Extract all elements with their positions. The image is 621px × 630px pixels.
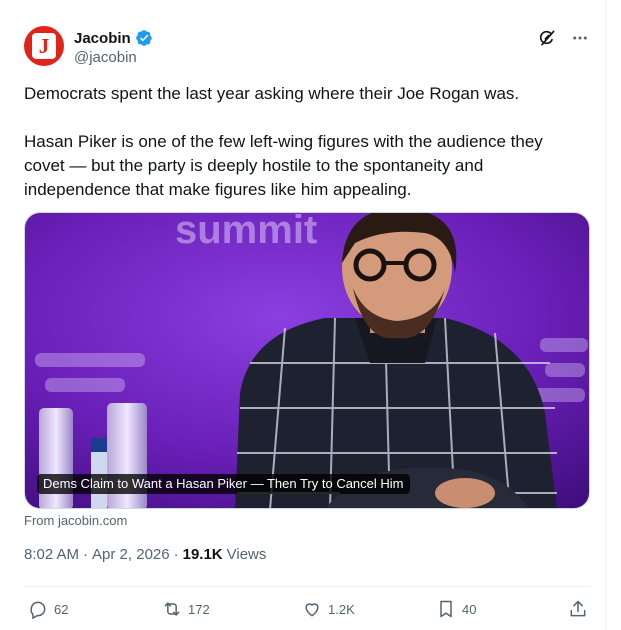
bookmark-icon xyxy=(440,600,452,618)
like-button[interactable]: 1.2K xyxy=(302,596,355,622)
bookmark-count: 40 xyxy=(462,601,477,617)
reply-count: 62 xyxy=(54,601,69,617)
tweet-date[interactable]: Apr 2, 2026 xyxy=(92,546,170,563)
verified-badge-icon xyxy=(135,30,152,46)
link-card-source[interactable]: From jacobin.com xyxy=(24,513,127,528)
more-options-icon[interactable] xyxy=(571,29,589,47)
share-button[interactable] xyxy=(568,596,588,622)
author-row: Jacobin xyxy=(74,28,153,48)
tweet-paragraph: Hasan Piker is one of the few left-wing … xyxy=(24,132,543,199)
tweet-text: Democrats spent the last year asking whe… xyxy=(24,82,584,202)
bookmark-button[interactable]: 40 xyxy=(436,596,476,622)
tweet-time[interactable]: 8:02 AM xyxy=(24,546,79,563)
share-icon xyxy=(570,600,586,617)
article-photo: summit xyxy=(25,213,589,508)
repost-icon xyxy=(164,602,180,616)
avatar-letter: J xyxy=(38,34,50,58)
background-summit-text: summit xyxy=(175,213,317,252)
repost-button[interactable]: 172 xyxy=(162,596,210,622)
like-count: 1.2K xyxy=(328,601,355,617)
divider xyxy=(24,586,590,587)
tweet-meta: 8:02 AM · Apr 2, 2026 · 19.1K Views xyxy=(24,546,266,563)
tweet-card: J Jacobin @jacobin Democrats spent the l… xyxy=(6,0,606,630)
views-label: Views xyxy=(226,546,267,563)
author-display-name[interactable]: Jacobin xyxy=(74,30,131,47)
grok-icon[interactable] xyxy=(537,28,557,48)
reply-icon xyxy=(30,601,46,619)
like-heart-icon xyxy=(305,603,319,617)
meta-separator: · xyxy=(173,546,179,563)
avatar[interactable]: J xyxy=(24,26,64,66)
top-actions xyxy=(537,28,589,48)
tweet-paragraph: Democrats spent the last year asking whe… xyxy=(24,84,520,103)
repost-count: 172 xyxy=(188,601,210,617)
meta-separator: · xyxy=(83,546,89,563)
link-card-title: Dems Claim to Want a Hasan Piker — Then … xyxy=(37,474,410,494)
views-count: 19.1K xyxy=(182,546,223,563)
jacobin-logo: J xyxy=(32,33,56,59)
action-bar: 62 172 1.2K 40 xyxy=(24,596,590,622)
author-handle[interactable]: @jacobin xyxy=(74,49,137,66)
link-card-image[interactable]: summit Dems Claim to Want a Hasan Piker … xyxy=(24,212,590,509)
reply-button[interactable]: 62 xyxy=(28,596,68,622)
